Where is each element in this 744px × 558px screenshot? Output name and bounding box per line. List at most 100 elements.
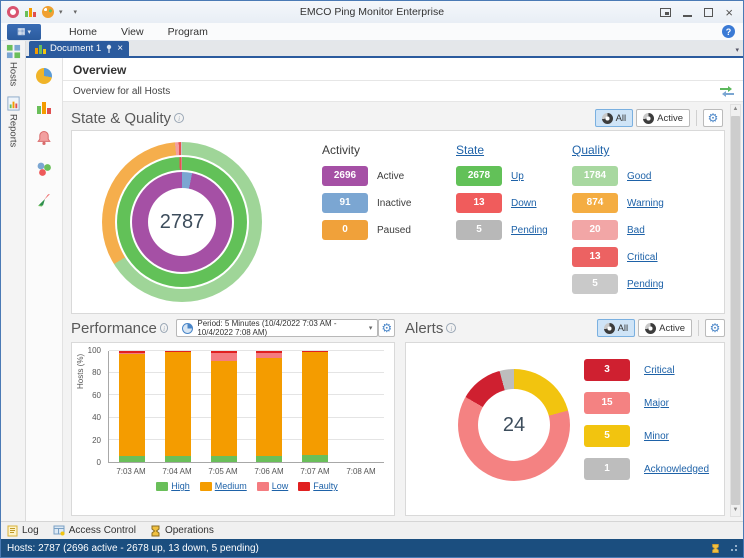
stacked-bar[interactable]	[119, 351, 145, 462]
state-quality-donut-chart[interactable]: 2787	[102, 142, 262, 302]
state-circles-icon[interactable]	[36, 161, 52, 177]
tab-list-dropdown-icon[interactable]: ▾	[735, 46, 739, 54]
menu-view[interactable]: View	[109, 26, 156, 38]
sync-arrows-icon	[719, 85, 735, 98]
status-link[interactable]: Pending	[511, 225, 548, 236]
menu-program[interactable]: Program	[156, 26, 220, 38]
status-link[interactable]: Critical	[627, 252, 658, 263]
alerts-donut-chart[interactable]: 24	[458, 369, 570, 481]
sq-settings-button[interactable]: ⚙	[703, 109, 723, 127]
minimize-button[interactable]	[683, 8, 692, 17]
status-badge: 13	[456, 193, 502, 213]
help-button[interactable]: ?	[722, 25, 735, 38]
close-button[interactable]: ×	[725, 6, 733, 19]
legend-link[interactable]: Medium	[215, 481, 247, 491]
quality-arrows-icon[interactable]	[36, 192, 52, 208]
legend-swatch	[257, 482, 269, 491]
tab-access-control[interactable]: Access Control	[53, 525, 136, 536]
status-link[interactable]: Bad	[627, 225, 645, 236]
donut-icon	[643, 113, 654, 124]
status-link[interactable]: Pending	[627, 279, 664, 290]
hosts-icon	[6, 44, 21, 59]
close-tab-icon[interactable]: ×	[117, 43, 123, 54]
tray-button[interactable]	[660, 8, 671, 17]
refresh-hosts-button[interactable]	[719, 85, 735, 98]
scroll-up-icon[interactable]: ▲	[733, 105, 739, 115]
status-row: 15Major	[584, 392, 709, 414]
legend-swatch	[200, 482, 212, 491]
stacked-bar[interactable]	[165, 351, 191, 462]
period-dropdown[interactable]: Period: 5 Minutes (10/4/2022 7:03 AM - 1…	[176, 319, 378, 337]
left-tab-strip: Hosts Reports	[1, 41, 26, 521]
status-link[interactable]: Warning	[627, 198, 664, 209]
resize-grip[interactable]	[728, 544, 737, 553]
bar-segment-high	[165, 456, 191, 462]
stacked-bar[interactable]	[211, 351, 237, 462]
tab-document-1[interactable]: Document 1 ×	[29, 41, 129, 56]
stacked-bar[interactable]	[302, 351, 328, 462]
sidebar-tab-reports[interactable]: Reports	[6, 96, 21, 147]
access-control-icon	[53, 525, 65, 536]
info-icon: i	[160, 323, 168, 333]
status-link[interactable]: Minor	[644, 431, 669, 442]
bar-slot	[109, 351, 155, 462]
performance-chart[interactable]: Hosts (%) 020406080100 7:03 AM7:04 AM7:0…	[80, 351, 386, 499]
status-link[interactable]: Critical	[644, 365, 675, 376]
plot-area	[108, 351, 384, 463]
page-subtitle: Overview for all Hosts	[73, 86, 170, 97]
status-link[interactable]: Good	[627, 171, 651, 182]
x-tick-label: 7:04 AM	[154, 467, 200, 476]
sq-filter-active-button[interactable]: Active	[636, 109, 690, 127]
quality-column: Quality 1784Good874Warning20Bad13Critica…	[572, 143, 707, 301]
chart-legend: High Medium Low Faulty	[108, 481, 386, 491]
bar-slot	[246, 351, 292, 462]
scroll-down-icon[interactable]: ▼	[733, 506, 739, 516]
status-link[interactable]: Up	[511, 171, 524, 182]
pin-icon[interactable]	[105, 44, 113, 53]
alerts-filter-active-button[interactable]: Active	[638, 319, 692, 337]
menu-home[interactable]: Home	[57, 26, 109, 38]
legend-link[interactable]: Low	[272, 481, 289, 491]
vertical-scrollbar[interactable]: ▲ ▼	[730, 104, 741, 517]
status-badge: 20	[572, 220, 618, 240]
bar-segment-low	[211, 353, 237, 361]
activity-header: Activity	[322, 143, 457, 157]
sidebar-tab-hosts[interactable]: Hosts	[6, 44, 21, 86]
status-row: 2678Up	[456, 166, 591, 186]
app-menu-button[interactable]: ▦▾	[7, 24, 41, 40]
performance-bars-icon[interactable]	[36, 99, 53, 115]
overview-pie-icon[interactable]	[36, 68, 52, 84]
status-link[interactable]: Down	[511, 198, 537, 209]
view-icon-sidebar	[26, 58, 63, 521]
status-label: Inactive	[377, 198, 411, 209]
stacked-bar[interactable]	[256, 351, 282, 462]
reports-icon	[6, 96, 21, 111]
tab-log[interactable]: Log	[7, 525, 39, 537]
x-tick-label: 7:07 AM	[292, 467, 338, 476]
status-row: 91Inactive	[322, 193, 457, 213]
tab-operations[interactable]: Operations	[150, 525, 214, 537]
state-header-link[interactable]: State	[456, 143, 591, 157]
sq-filter-all-button[interactable]: All	[595, 109, 634, 127]
performance-settings-button[interactable]: ⚙	[378, 319, 395, 337]
maximize-button[interactable]	[704, 8, 713, 17]
donut-icon	[602, 113, 613, 124]
bar-slot	[155, 351, 201, 462]
status-row: 874Warning	[572, 193, 707, 213]
status-label: Active	[377, 171, 404, 182]
y-tick-label: 100	[88, 346, 101, 355]
alerts-settings-button[interactable]: ⚙	[705, 319, 725, 337]
status-link[interactable]: Major	[644, 398, 669, 409]
scrollbar-thumb[interactable]	[731, 116, 740, 505]
quality-header-link[interactable]: Quality	[572, 143, 707, 157]
status-row: 0Paused	[322, 220, 457, 240]
status-link[interactable]: Acknowledged	[644, 464, 709, 475]
alerts-filter-all-button[interactable]: All	[597, 319, 636, 337]
legend-link[interactable]: Faulty	[313, 481, 338, 491]
alerts-bell-icon[interactable]	[36, 130, 52, 146]
window-title: EMCO Ping Monitor Enterprise	[1, 6, 743, 18]
y-tick-label: 40	[92, 413, 101, 422]
legend-swatch	[298, 482, 310, 491]
legend-link[interactable]: High	[171, 481, 190, 491]
x-tick-label: 7:05 AM	[200, 467, 246, 476]
